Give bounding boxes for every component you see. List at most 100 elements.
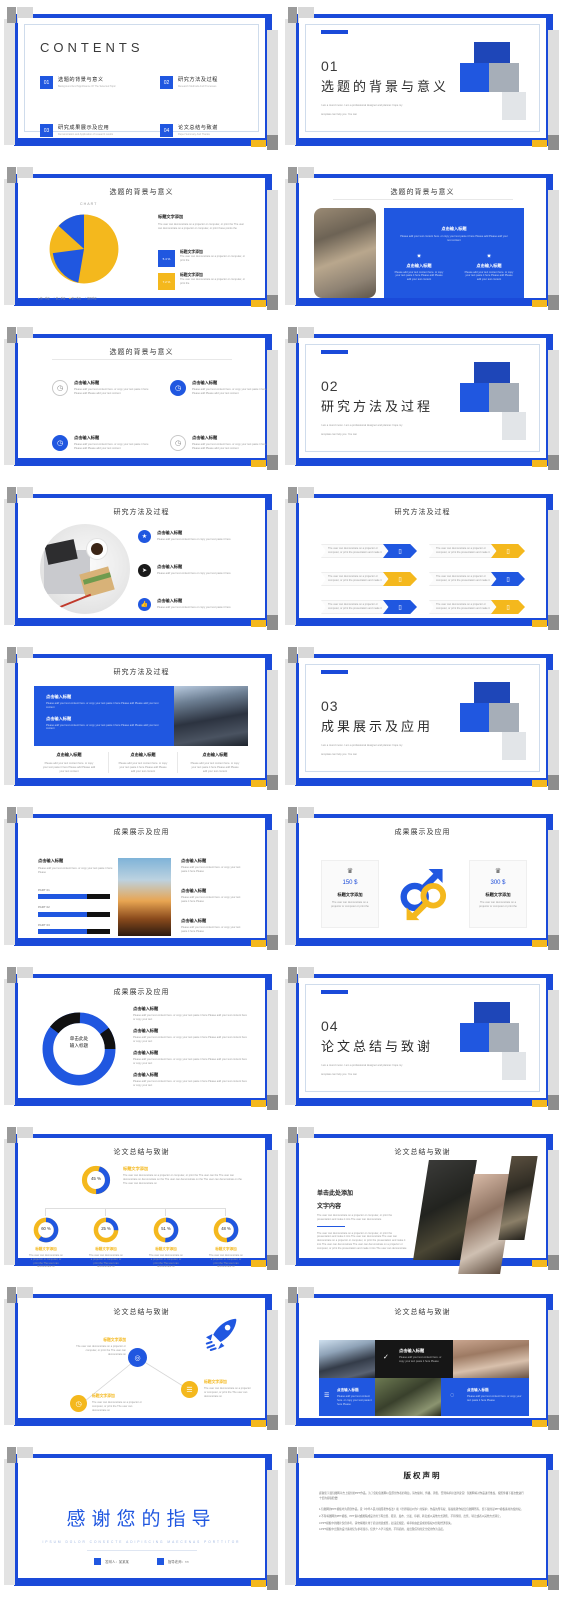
slide-page: 研究方法及过程 ★ 点击输入标题 Please add your text co… (18, 498, 265, 618)
slide-thumbnail-photo-blue-panel[interactable]: 选题的背景与意义 点击输入标题 Please add your text con… (281, 160, 562, 320)
list-icon: ☰ (181, 1381, 198, 1398)
item-heading: 点击输入标题 (74, 435, 100, 440)
donut-top-body: 标题文字添加 The user can demonstrate on a pro… (123, 1166, 245, 1185)
frame-right-gray (548, 990, 559, 1095)
chevron-text: The user can demonstrate on a projector … (328, 603, 382, 610)
slide-thumbnail-rocket-nodes[interactable]: 论文总结与致谢 ◎ ◷ ☰ 标题文字添加 The user can demons… (0, 1280, 281, 1440)
item-heading: 点击输入标题 (133, 1006, 159, 1011)
frame-side-bar (4, 179, 15, 305)
thanks-subtitle: IPSUM DOLOR CONSECTE ADIPISCING MAECENAS… (42, 1540, 241, 1544)
title-rule (51, 359, 232, 360)
node-body: The user can demonstrate on a projector … (92, 1401, 142, 1412)
slide-thumbnail-four-icons[interactable]: 选题的背景与意义 ◷ 点击输入标题 Please add your text c… (0, 320, 281, 480)
progress-bar-3 (38, 929, 110, 935)
node-percent: 48 % (221, 1226, 231, 1231)
slide-page: 论文总结与致谢 45 % 标题文字添加 The user can demonst… (18, 1138, 265, 1268)
slide-thumbnail-pie-chart[interactable]: 选题的背景与意义 CHART ■ 第一季度 ■ 第二季度 ■ 第三季度 ■ 第四… (0, 160, 281, 320)
slide-thumbnail-donut-list[interactable]: 成果展示及应用 单击此处 输入标题 点击输入标题 Please add your… (0, 960, 281, 1120)
col-text: Please add your text content here. or co… (42, 762, 96, 773)
photo-diploma-alley (314, 208, 376, 298)
paragraph-2: The user can demonstrate on a projector … (317, 1231, 407, 1250)
chevron-row-2[interactable]: The user can demonstrate on a projector … (429, 544, 527, 558)
frame-corner-gray-dark (7, 327, 16, 343)
stat-row-2: 7.2 % 标题文字添加 The user can demonstrate on… (158, 273, 246, 290)
price-card-1[interactable]: ♛ 150 $ 标题文字添加 The user can demonstrate … (321, 860, 379, 928)
slide-thumbnail-contents[interactable]: CONTENTS 01 选题的背景与意义 Background And Sign… (0, 0, 281, 160)
frame-side-bar (285, 1139, 296, 1265)
tree-node-4: 48 % 标题文字添加 The user can demonstrate on … (206, 1216, 246, 1269)
slide-thumbnail-section-01[interactable]: 01 选题的背景与意义 I am a round moon. I am a pr… (281, 0, 562, 160)
section-subtitle: I am a round moon. I am a professional d… (321, 1064, 461, 1077)
body-text: The user can demonstrate on a projector … (158, 223, 245, 230)
photo-teamwork-hands (174, 686, 248, 746)
frame-corner-gray-dark (7, 7, 16, 23)
page-title: 成果展示及应用 (113, 989, 170, 996)
slide-thumbnail-thanks[interactable]: 感谢您的指导 IPSUM DOLOR CONSECTE ADIPISCING M… (0, 1440, 281, 1600)
frame-accent-yellow (251, 140, 266, 147)
node-text-1: 标题文字添加 The user can demonstrate on a pro… (76, 1338, 126, 1356)
node-body: The user can demonstrate on a projector … (204, 1387, 251, 1398)
frame-right-gray (548, 190, 559, 295)
item-text: Please add your text content here. or co… (181, 896, 241, 903)
section-title: 选题的背景与意义 (321, 79, 450, 94)
frame-right-gray (267, 510, 278, 615)
node-heading: 标题文字添加 (155, 1247, 177, 1251)
slide-thumbnail-section-03[interactable]: 03 成果展示及应用 I am a round moon. I am a pro… (281, 640, 562, 800)
frame-right-gray (548, 350, 559, 455)
slide-thumbnail-photo-grid[interactable]: 论文总结与致谢 ✓ 点击输入标题 Please add your text co… (281, 1280, 562, 1440)
node-heading: 标题文字添加 (95, 1247, 117, 1251)
chart-label: CHART (80, 202, 98, 206)
item-heading: 点击输入标题 (157, 598, 183, 603)
heading-line-1: 单击此处添加 (317, 1191, 354, 1197)
panel-col-2: ✷ 点击输入标题 Please add your text content he… (454, 253, 524, 282)
panel-text: Please add your text content here. or co… (400, 235, 508, 242)
slide-page: 02 研究方法及过程 I am a round moon. I am a pro… (299, 338, 546, 458)
frame-right-gray (267, 990, 278, 1095)
deco-square-gray (489, 1023, 519, 1052)
card-text: The user can demonstrate on a projector … (331, 901, 369, 908)
col-text: Please add your text content here. or co… (394, 270, 444, 282)
slide-thumbnail-copyright[interactable]: 版权声明 感谢您下载包图网平台上提供的PPT作品，为了您和包图网以及原创作者的利… (281, 1440, 562, 1600)
node-heading: 标题文字添加 (103, 1338, 126, 1342)
toc-label-cn: 研究成果展示及应用 (58, 125, 110, 131)
item-heading: 点击输入标题 (192, 380, 218, 385)
frame-accent-yellow (251, 1580, 266, 1587)
card-price: 300 $ (490, 880, 506, 886)
page-title: 选题的背景与意义 (109, 189, 174, 196)
deco-square-gray (489, 63, 519, 92)
blue-panel: 点击输入标题 Please add your text content here… (384, 208, 524, 298)
chevron-row-1[interactable]: The user can demonstrate on a projector … (321, 544, 419, 558)
chevron-row-5[interactable]: The user can demonstrate on a projector … (321, 600, 419, 614)
node-heading: 标题文字添加 (35, 1247, 57, 1251)
toc-badge: 03 (40, 124, 53, 137)
slide-thumbnail-diagonal-photos[interactable]: 论文总结与致谢 单击此处添加 文字内容 The user can demonst… (281, 1120, 562, 1280)
card-price: 150 $ (342, 880, 358, 886)
frame-right-gray (267, 30, 278, 135)
slide-thumbnail-chevrons[interactable]: 研究方法及过程 The user can demonstrate on a pr… (281, 480, 562, 640)
icon-item-2: ◷ 点击输入标题 Please add your text content he… (170, 380, 270, 396)
slide-thumbnail-section-02[interactable]: 02 研究方法及过程 I am a round moon. I am a pro… (281, 320, 562, 480)
frame-corner-gray-dark (7, 487, 16, 503)
slide-thumbnail-teamwork[interactable]: 研究方法及过程 点击输入标题 Please add your text cont… (0, 640, 281, 800)
slide-thumbnail-progress-photo[interactable]: 成果展示及应用 点击输入标题 Please add your text cont… (0, 800, 281, 960)
chevron-row-3[interactable]: The user can demonstrate on a projector … (321, 572, 419, 586)
item-heading: 点击输入标题 (133, 1050, 159, 1055)
item-heading: 点击输入标题 (133, 1028, 159, 1033)
stat-value: 5.4 % (158, 250, 175, 267)
chevron-row-4[interactable]: The user can demonstrate on a projector … (429, 572, 527, 586)
frame-side-bar (4, 339, 15, 465)
col-text: Please add your text content here. or co… (118, 762, 168, 773)
bullet-square-icon (156, 1558, 164, 1565)
frame-corner-gray-dark (288, 1127, 297, 1143)
tree-node-1: 60 % 标题文字添加 The user can demonstrate on … (26, 1216, 66, 1269)
slide-thumbnail-price-cards[interactable]: 成果展示及应用 ♛ 150 $ 标题文字添加 The user can demo… (281, 800, 562, 960)
donut-center-line-2: 输入标题 (69, 1042, 89, 1048)
chevron-row-6[interactable]: The user can demonstrate on a projector … (429, 600, 527, 614)
slide-thumbnail-donut-tree[interactable]: 论文总结与致谢 45 % 标题文字添加 The user can demonst… (0, 1120, 281, 1280)
price-card-2[interactable]: ♛ 300 $ 标题文字添加 The user can demonstrate … (469, 860, 527, 928)
slide-thumbnail-section-04[interactable]: 04 论文总结与致谢 I am a round moon. I am a pro… (281, 960, 562, 1120)
frame-accent-gray (267, 775, 278, 790)
slide-thumbnail-desk-photo-list[interactable]: 研究方法及过程 ★ 点击输入标题 Please add your text co… (0, 480, 281, 640)
toc-label-cn: 研究方法及过程 (178, 77, 218, 83)
toc-badge: 02 (160, 76, 173, 89)
